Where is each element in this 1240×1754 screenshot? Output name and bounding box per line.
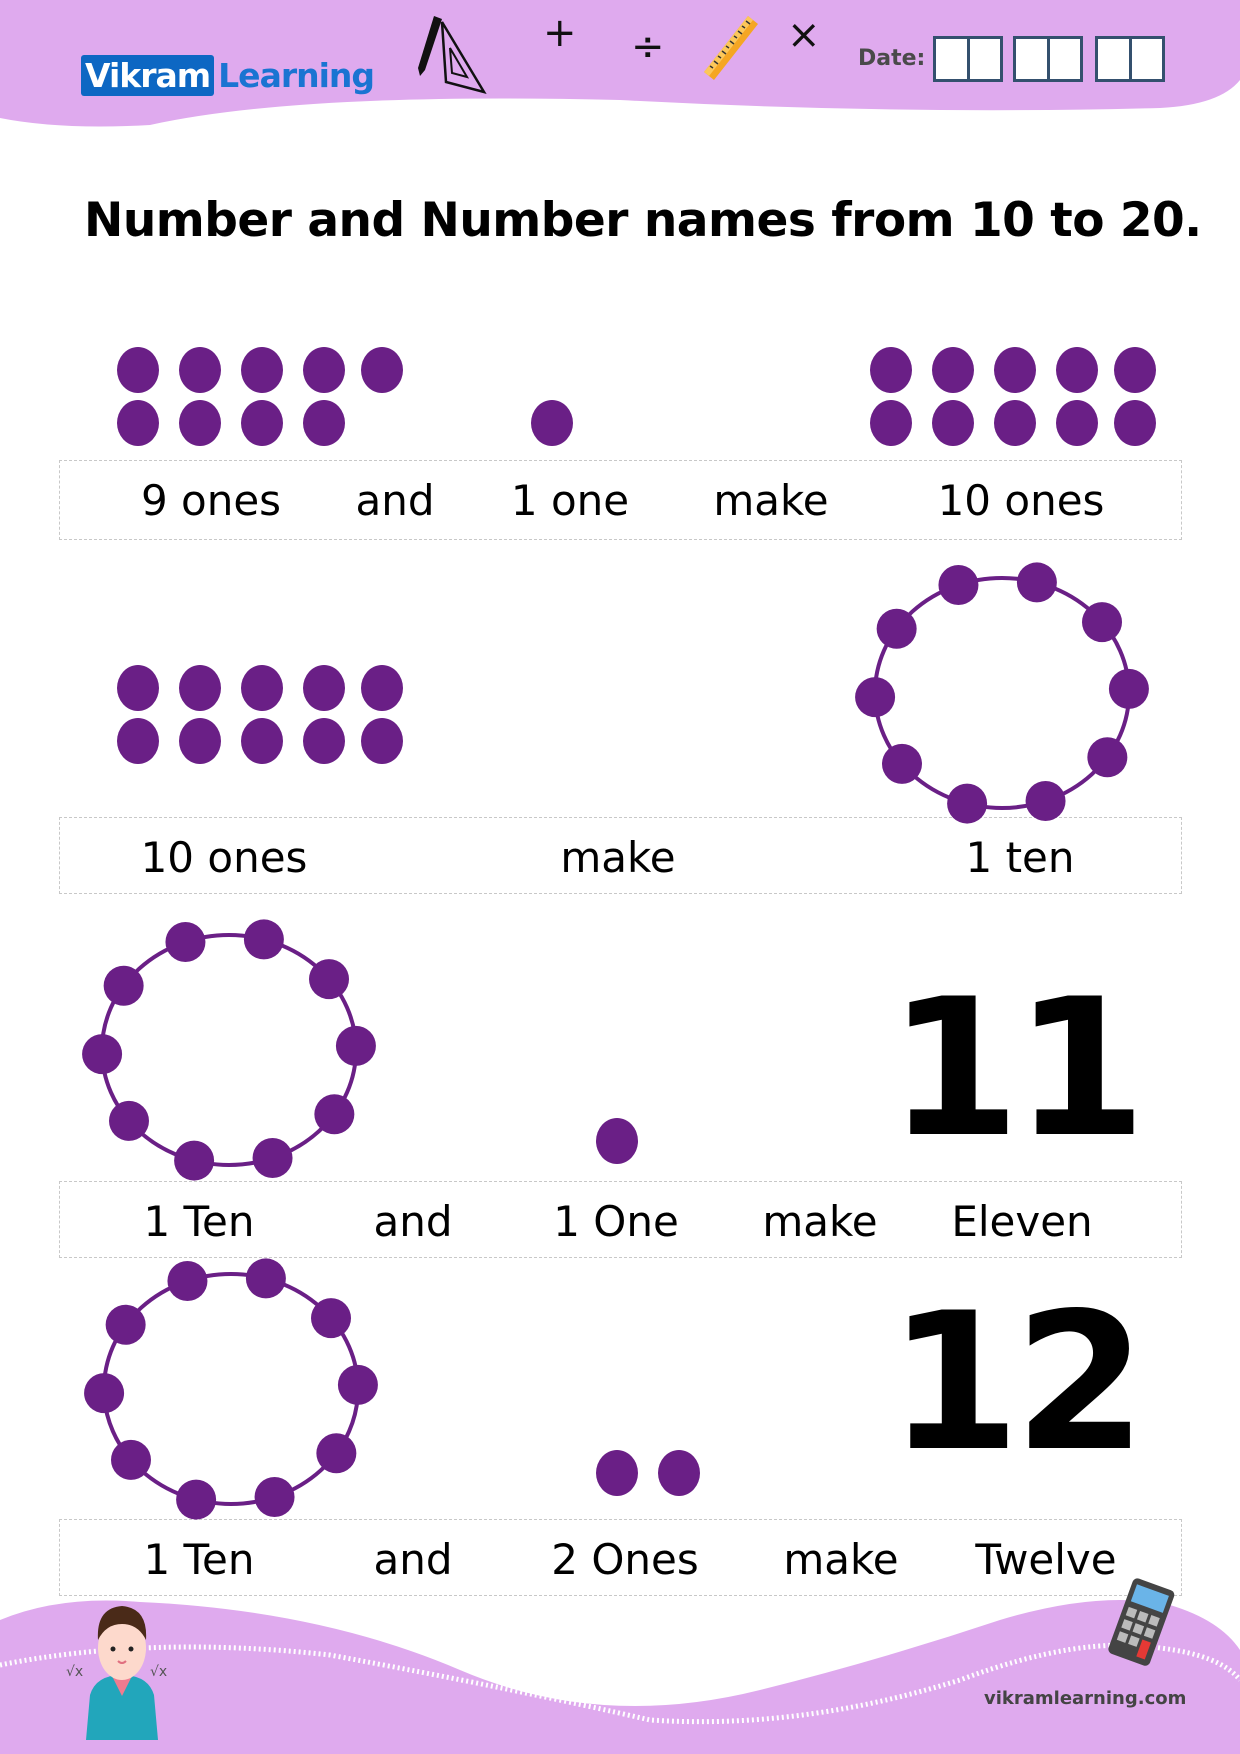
- ones-dot: [303, 665, 345, 711]
- ten-ring-dot: [1087, 737, 1128, 778]
- ten-ring-dot: [108, 1100, 149, 1141]
- ten-ring-dot: [1082, 602, 1123, 643]
- ones-dot: [179, 718, 221, 764]
- ones-dot: [179, 400, 221, 446]
- ten-ring-dot: [82, 1034, 123, 1075]
- ten-ring-dot: [1108, 668, 1149, 709]
- footer-background: [0, 1600, 1240, 1754]
- svg-text:√x: √x: [66, 1664, 83, 1680]
- ten-ring-dot: [165, 921, 206, 962]
- ten-ring-dot: [335, 1025, 376, 1066]
- ten-ring-dot: [167, 1260, 208, 1301]
- ones-dot: [303, 400, 345, 446]
- ones-dot: [117, 400, 159, 446]
- ten-ring-dot: [243, 919, 284, 960]
- ones-dot: [932, 347, 974, 393]
- one-dot: [596, 1118, 638, 1164]
- ones-dot: [1056, 347, 1098, 393]
- ten-ring-dot: [311, 1298, 352, 1339]
- ones-dot: [241, 347, 283, 393]
- ten-ring-dot: [316, 1433, 357, 1474]
- ten-ring-dot: [1025, 781, 1066, 822]
- ones-dot: [1114, 347, 1156, 393]
- ten-ring-dot: [855, 677, 896, 718]
- calculator-icon: [1108, 1578, 1175, 1666]
- ten-ring-dot: [337, 1364, 378, 1405]
- ones-dot: [361, 665, 403, 711]
- ten-ring-dot: [881, 743, 922, 784]
- ones-dot: [303, 718, 345, 764]
- boy-character-icon: √x √x: [66, 1606, 167, 1740]
- website-link[interactable]: vikramlearning.com: [984, 1688, 1186, 1709]
- ones-dot: [361, 718, 403, 764]
- one-dot: [596, 1450, 638, 1496]
- ones-dot: [241, 665, 283, 711]
- one-dot: [658, 1450, 700, 1496]
- ten-ring-dot: [947, 783, 988, 824]
- ones-dot: [117, 665, 159, 711]
- ten-ring-dot: [103, 965, 144, 1006]
- ten-ring-dot: [105, 1304, 146, 1345]
- ones-dot: [870, 400, 912, 446]
- svg-text:√x: √x: [150, 1664, 167, 1680]
- ones-dot: [361, 347, 403, 393]
- counting-dots-layer: [82, 347, 1156, 1520]
- ten-ring-dot: [174, 1140, 215, 1181]
- ones-dot: [117, 718, 159, 764]
- ones-dot: [932, 400, 974, 446]
- ten-ring-dot: [876, 608, 917, 649]
- ones-dot: [870, 347, 912, 393]
- ten-ring-dot: [176, 1479, 217, 1520]
- ones-dot: [303, 347, 345, 393]
- ones-dot: [117, 347, 159, 393]
- ones-dot: [241, 400, 283, 446]
- ten-ring-dot: [314, 1094, 355, 1135]
- ones-dot: [1056, 400, 1098, 446]
- ones-dot: [1114, 400, 1156, 446]
- ten-ring-dot: [110, 1439, 151, 1480]
- ones-dot: [994, 347, 1036, 393]
- ones-dot: [179, 347, 221, 393]
- ten-ring-dot: [252, 1138, 293, 1179]
- ones-dot: [241, 718, 283, 764]
- ones-dot: [994, 400, 1036, 446]
- ten-ring-dot: [245, 1258, 286, 1299]
- ten-ring-dot: [309, 959, 350, 1000]
- ones-dot: [179, 665, 221, 711]
- added-one-dot: [531, 400, 573, 446]
- ten-ring-dot: [1016, 562, 1057, 603]
- ten-ring-dot: [254, 1477, 295, 1518]
- ten-ring-dot: [938, 564, 979, 605]
- ten-ring-dot: [84, 1373, 125, 1414]
